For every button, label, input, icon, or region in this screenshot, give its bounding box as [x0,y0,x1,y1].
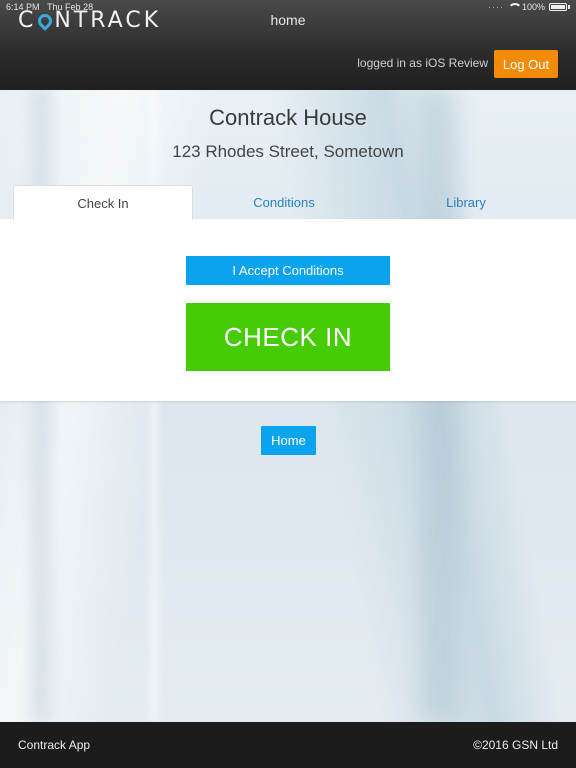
footer-app-name: Contrack App [18,738,91,752]
battery-icon [549,3,567,11]
wifi-icon [507,3,522,11]
battery-percent: 100% [521,2,545,12]
tab-check-in[interactable]: Check In [13,185,193,220]
tab-conditions[interactable]: Conditions [194,185,374,220]
page-title: home [270,12,306,28]
battery-tip [568,5,570,9]
logout-button[interactable]: Log Out [494,50,558,78]
app-header: 6:14 PM Thu Feb 28 ···· 100% C NTRACK ho… [0,0,576,90]
footer-copyright: ©2016 GSN Ltd [473,738,558,752]
signal-icon: ···· [487,2,504,12]
accept-conditions-button[interactable]: I Accept Conditions [186,256,390,285]
home-button[interactable]: Home [261,426,316,455]
tab-library[interactable]: Library [376,185,556,220]
property-address: 123 Rhodes Street, Sometown [172,142,404,161]
status-right: ···· 100% [488,2,570,12]
logged-in-label: logged in as iOS Review [357,56,488,70]
property-name: Contrack House [209,105,367,130]
check-in-button[interactable]: CHECK IN [186,303,390,371]
app-footer: Contrack App ©2016 GSN Ltd [0,722,576,768]
